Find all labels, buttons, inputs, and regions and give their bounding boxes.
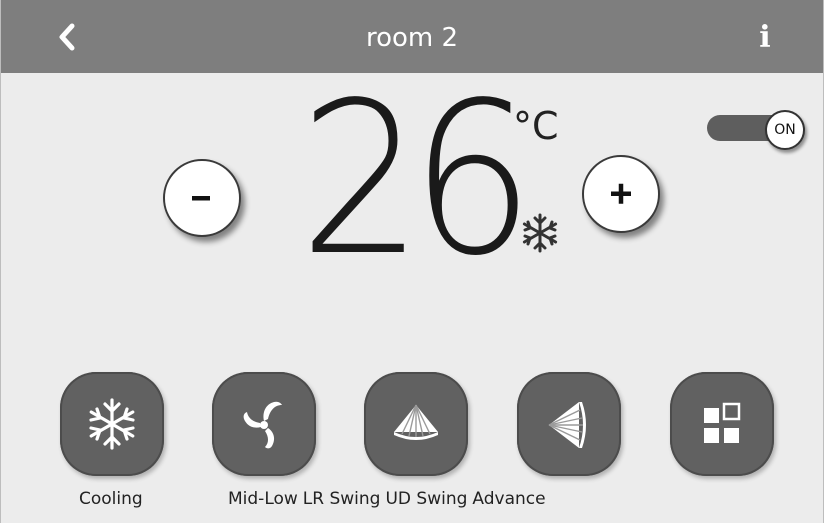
decrease-temp-button[interactable] (163, 159, 241, 237)
lr-swing-button[interactable] (364, 372, 468, 476)
lr-swing-icon (394, 404, 438, 440)
temperature-unit: °C (513, 104, 559, 148)
ud-swing-icon (548, 402, 586, 448)
page-title: room 2 (365, 23, 459, 53)
advance-label: Advance (472, 489, 546, 509)
cooling-label: Cooling (79, 489, 143, 509)
info-button[interactable]: i (750, 18, 780, 58)
plus-icon (611, 183, 631, 204)
fan-speed-label: Mid-Low (228, 489, 298, 509)
ud-swing-button[interactable] (517, 372, 621, 476)
minus-icon (192, 196, 210, 201)
ud-swing-label: UD Swing (385, 489, 468, 509)
power-toggle[interactable]: ON (707, 110, 805, 150)
snowflake-icon (522, 213, 558, 253)
toggle-knob: ON (765, 110, 805, 150)
fan-speed-button[interactable] (212, 372, 316, 476)
lr-swing-label: LR Swing (302, 489, 381, 509)
temperature-value: 26 (299, 57, 534, 302)
advance-button[interactable] (670, 372, 774, 476)
cooling-mode-button[interactable] (60, 372, 164, 476)
increase-temp-button[interactable] (582, 155, 660, 233)
thermostat-screen: room 2 i 26 °C ON Cooling Mid-Low LR Swi… (0, 0, 824, 523)
function-labels-row: Mid-Low LR Swing UD Swing Advance (228, 488, 551, 510)
fan-icon (243, 401, 282, 449)
snowflake-icon (89, 398, 135, 450)
advance-grid-icon (704, 402, 741, 443)
